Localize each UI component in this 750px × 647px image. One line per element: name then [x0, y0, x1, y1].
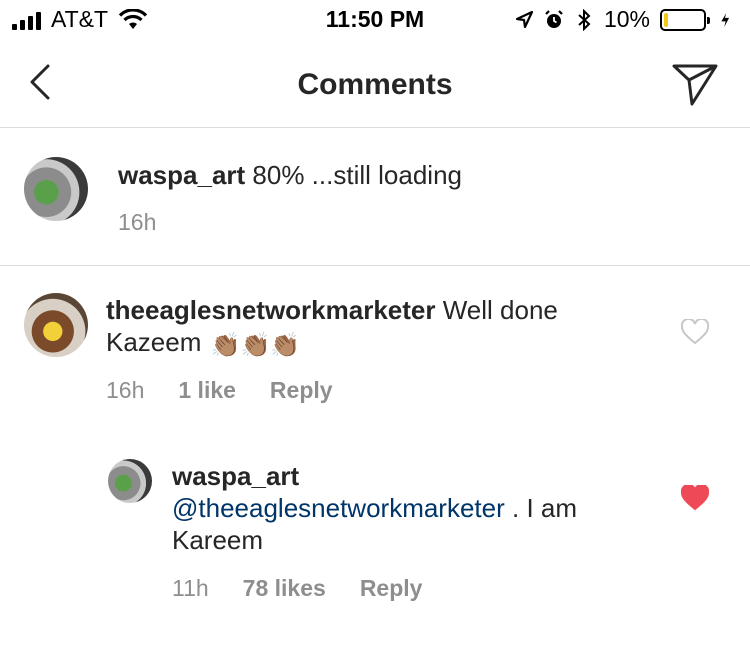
likes-count[interactable]: 78 likes	[243, 575, 326, 602]
battery-level	[664, 12, 668, 27]
direct-send-icon[interactable]	[670, 60, 720, 108]
comment-time: 11h	[172, 575, 209, 601]
reply-button[interactable]: Reply	[270, 377, 333, 404]
caption-text: waspa_art 80% ...still loading	[118, 159, 718, 191]
bluetooth-icon	[578, 8, 591, 31]
caption-meta: 16h	[118, 209, 156, 236]
comment-text: theeaglesnetworkmarketer Well done Kazee…	[106, 294, 646, 362]
nav-bar: Comments	[0, 40, 750, 128]
location-icon	[515, 10, 534, 28]
caption-username[interactable]: waspa_art	[118, 160, 245, 190]
page-title: Comments	[297, 68, 453, 101]
battery-percent: 10%	[603, 6, 650, 32]
charging-icon	[721, 12, 730, 27]
comment-username[interactable]: theeaglesnetworkmarketer	[106, 295, 435, 325]
mention-link[interactable]: @theeaglesnetworkmarketer	[172, 493, 505, 523]
reply-button[interactable]: Reply	[360, 575, 423, 602]
caption-section: waspa_art 80% ...still loading 16h	[0, 129, 750, 266]
status-right: 10%	[514, 6, 734, 33]
avatar[interactable]	[24, 293, 88, 357]
heart-icon[interactable]	[681, 485, 709, 511]
comment-meta: 11h 78 likes Reply	[172, 575, 422, 602]
avatar[interactable]	[108, 459, 152, 503]
status-bar: AT&T 11:50 PM 10%	[0, 0, 750, 40]
comment-time: 16h	[106, 377, 145, 403]
clap-emoji: 👏🏽👏🏽👏🏽	[210, 332, 301, 359]
battery-icon	[660, 8, 710, 31]
alarm-icon	[545, 9, 563, 28]
caption-body: 80% ...still loading	[252, 160, 462, 190]
comment-meta: 16h 1 like Reply	[106, 377, 333, 404]
comment-text: waspa_art @theeaglesnetworkmarketer . I …	[172, 460, 652, 556]
caption-time: 16h	[118, 209, 157, 235]
likes-count[interactable]: 1 like	[178, 377, 236, 404]
heart-icon[interactable]	[681, 319, 709, 345]
comment-username[interactable]: waspa_art	[172, 460, 652, 492]
avatar[interactable]	[24, 157, 88, 221]
